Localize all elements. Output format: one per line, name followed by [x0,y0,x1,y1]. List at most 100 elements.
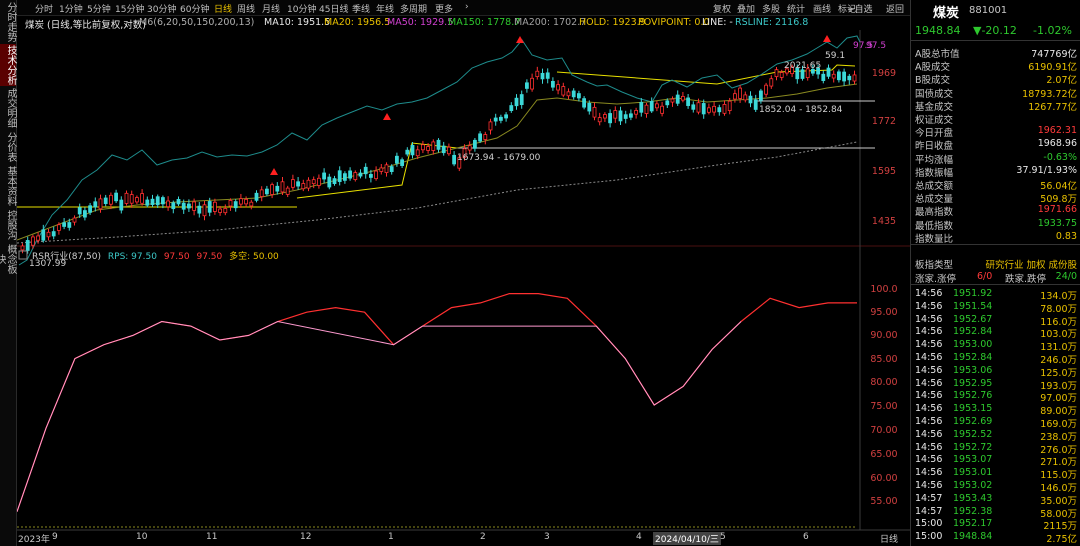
down-value: 24/0 [1055,271,1077,282]
stat-label: B股成交 [915,75,951,87]
back-button[interactable]: 返回 [886,2,904,15]
tick-row: 14:56 1953.15 89.00万 [913,403,1079,417]
period-10min[interactable]: 10分钟 [287,2,316,15]
period-45day[interactable]: 45日线 [319,2,348,15]
tick-time: 15:00 [915,518,943,530]
type-value[interactable]: 研究行业 加权 成份股 [985,257,1077,271]
tick-time: 14:57 [915,505,943,517]
panel-type-row: 板指类型 研究行业 加权 成份股 [915,257,1077,271]
divider [911,244,1080,245]
tick-row: 14:56 1952.67 116.0万 [913,313,1079,328]
tab-basic-info[interactable]: 基本资料 [0,166,16,206]
x-axis-label: 5 [720,532,726,542]
stat-label: 权证成交 [915,115,954,126]
stats-button[interactable]: 统计 [787,2,805,15]
chart-area[interactable]: 1307.99 1673.94 - 1679.00 1852.04 - 1852… [17,30,910,546]
down-label: 跌家.跌停 [1005,274,1047,285]
stat-row: 总成交额 56.04亿 [915,178,1077,192]
period-weekly[interactable]: 周线 [237,2,255,15]
stat-label: 国债成交 [915,88,954,100]
stat-row: 昨日收盘 1968.96 [915,138,1077,152]
stat-value: 56.04亿 [1040,181,1077,192]
rsline-value: RSLINE: 2116.8 [735,17,809,28]
rs-axis-label: 95.00 [870,307,898,318]
period-1min[interactable]: 1分钟 [59,2,83,15]
stat-row: B股成交 2.07亿 [915,72,1077,87]
tick-row: 14:56 1952.72 276.0万 [913,441,1079,456]
tick-price: 1951.54 [953,300,993,312]
stat-row: 国债成交 18793.72亿 [915,86,1077,100]
line-value: LINE: - [702,17,733,28]
tick-time: 14:56 [915,416,943,427]
box-label-1: 1673.94 - 1679.00 [457,153,541,163]
chevron-right-icon[interactable]: › [465,2,469,12]
period-60min[interactable]: 60分钟 [180,2,209,15]
tick-time: 14:56 [915,326,943,338]
x-axis-label: 9 [52,532,58,542]
tick-row: 15:00 1948.84 2.75亿 [913,531,1079,545]
tick-time: 14:56 [915,441,943,453]
rs-axis-label: 70.00 [870,425,898,436]
period-quarterly[interactable]: 季线 [352,2,370,15]
stat-row: 总成交量 509.8万 [915,191,1077,205]
rs-axis-label: 75.00 [870,401,898,412]
x-axis-label: 1 [388,532,394,542]
ma200-line [17,141,858,244]
period-multi[interactable]: 多周期 [400,2,427,15]
tick-row: 14:56 1952.76 97.00万 [913,390,1079,404]
type-label: 板指类型 [915,260,954,271]
tick-price: 1952.67 [953,313,993,325]
tick-row: 14:56 1952.84 103.0万 [913,326,1079,340]
overlay-button[interactable]: 叠加 [737,2,755,15]
ma-set: M6(6,20,50,150,200,13) [139,17,255,28]
rs-header: RSR行业(87,50) RPS: 97.50 97.50 97.50 多空: … [32,249,279,262]
tick-time: 14:56 [915,480,943,491]
rs-axis-label: 65.00 [870,449,898,460]
period-30min[interactable]: 30分钟 [147,2,176,15]
draw-line-button[interactable]: 画线 [813,2,831,15]
x-axis-label: 2 [480,532,486,542]
stat-row: 今日开盘 1962.31 [915,125,1077,139]
tick-row: 14:56 1952.69 169.0万 [913,416,1079,430]
period-more[interactable]: 更多 [435,2,453,15]
period-monthly[interactable]: 月线 [262,2,280,15]
period-daily[interactable]: 日线 [214,2,232,15]
multi-stock-button[interactable]: 多股 [762,2,780,15]
tab-price-table[interactable]: 分价表 [0,130,16,164]
stat-label: 指数振幅 [915,167,954,179]
tick-time: 14:57 [915,492,943,504]
tab-technical[interactable]: 技术分析 [0,44,16,86]
x-axis-label: 11 [206,532,218,542]
tick-price: 1952.76 [953,390,993,402]
period-yearly[interactable]: 年线 [376,2,394,15]
stat-value: 1968.96 [1037,138,1077,150]
panel-pct: -1.02% [1033,24,1072,37]
period-fenshi[interactable]: 分时 [35,2,53,15]
tab-concept[interactable]: 概念板块 [0,244,16,274]
x-axis-label: 3 [544,532,550,542]
signal-triangle-icon [823,35,831,42]
x-axis-label: 2023年 [18,535,50,545]
stat-value: 0.83 [1055,230,1077,242]
tab-trades[interactable]: 成交明细 [0,88,16,128]
period-5min[interactable]: 5分钟 [87,2,111,15]
stat-label: A股总市值 [915,49,960,60]
panel-updown-row: 涨家.涨停 6/0 跌家.跌停 24/0 [915,271,1077,285]
tick-time: 14:56 [915,454,943,466]
tab-holdings[interactable]: 控股沟 [0,208,16,242]
stat-value: 6190.91亿 [1028,62,1077,74]
period-15min[interactable]: 15分钟 [115,2,144,15]
stat-label: 最低指数 [915,220,954,232]
adjust-button[interactable]: 复权 [713,2,731,15]
stat-row: 最高指数 1971.66 [915,204,1077,218]
signal-triangle-icon [383,113,391,120]
ma20-value: MA20: 1956.5 [324,17,391,28]
divider [911,40,1080,41]
add-favorite-button[interactable]: +自选 [847,2,873,15]
x-axis-period[interactable]: 日线 [880,532,898,545]
stat-label: 基金成交 [915,101,954,113]
panel-code: 881001 [969,5,1008,16]
box-label-2: 1852.04 - 1852.84 [759,105,843,115]
tab-intraday[interactable]: 分时走势 [0,2,16,42]
tick-time: 14:56 [915,300,943,312]
